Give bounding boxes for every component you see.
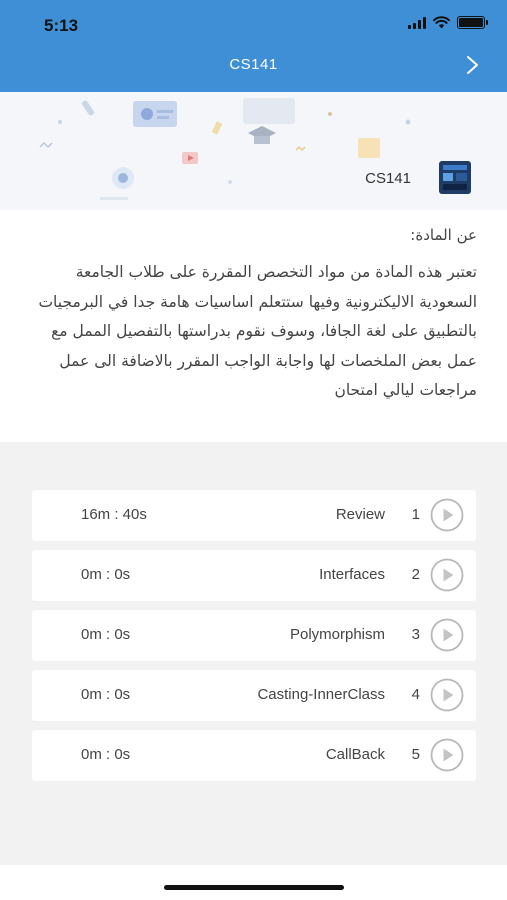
banner-illustration: [39, 98, 411, 200]
lesson-title: Casting-InnerClass: [257, 686, 385, 703]
course-banner: CS141: [0, 92, 507, 210]
course-thumbnail-icon: [439, 161, 471, 194]
lesson-duration: 0m : 0s: [81, 746, 131, 763]
lesson-duration: 0m : 0s: [81, 626, 131, 643]
lesson-row[interactable]: 16m : 40s Review 1: [32, 490, 476, 541]
play-icon[interactable]: [430, 618, 464, 652]
lesson-duration: 0m : 0s: [81, 686, 131, 703]
lesson-row[interactable]: 0m : 0s Polymorphism 3: [32, 610, 476, 661]
lesson-title: CallBack: [325, 746, 385, 763]
lesson-row[interactable]: 0m : 0s Casting-InnerClass 4: [32, 670, 476, 721]
battery-icon: [457, 16, 488, 29]
lesson-number: 1: [411, 506, 420, 523]
home-indicator[interactable]: [164, 885, 344, 890]
lesson-number: 3: [411, 626, 420, 643]
course-code: CS141: [365, 170, 411, 187]
status-time: 5:13: [44, 16, 79, 35]
lesson-title: Polymorphism: [289, 626, 385, 643]
lesson-number: 5: [411, 746, 420, 763]
app-header: 5:13 CS141: [0, 0, 507, 92]
about-body: تعتبر هذه المادة من مواد التخصص المقررة …: [38, 263, 477, 399]
page-title: CS141: [229, 56, 278, 73]
play-icon[interactable]: [430, 738, 464, 772]
play-icon[interactable]: [430, 558, 464, 592]
cellular-signal-icon: [408, 16, 426, 29]
lesson-number: 2: [411, 566, 420, 583]
chevron-right-icon[interactable]: [461, 53, 483, 77]
lesson-row[interactable]: 0m : 0s Interfaces 2: [32, 550, 476, 601]
lesson-list: 16m : 40s Review 1 0m : 0s Interfaces 2 …: [32, 490, 476, 790]
status-icons: [408, 16, 488, 29]
lesson-duration: 16m : 40s: [81, 506, 147, 523]
lesson-title: Interfaces: [319, 566, 385, 583]
about-heading: عن المادة:: [410, 226, 477, 244]
lesson-row[interactable]: 0m : 0s CallBack 5: [32, 730, 476, 781]
home-area: [0, 865, 507, 900]
play-icon[interactable]: [430, 678, 464, 712]
wifi-icon: [433, 16, 450, 29]
play-icon[interactable]: [430, 498, 464, 532]
lesson-duration: 0m : 0s: [81, 566, 131, 583]
course-description: عن المادة: تعتبر هذه المادة من مواد التخ…: [0, 210, 507, 442]
lesson-number: 4: [411, 686, 420, 703]
lesson-title: Review: [335, 506, 385, 523]
